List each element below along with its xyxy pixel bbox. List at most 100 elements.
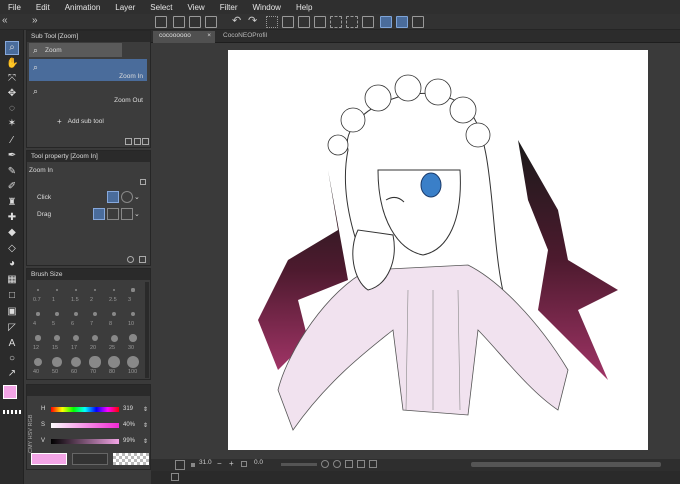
brush-size-cell[interactable]: 2.5 [105,282,123,305]
balloon-tool-icon[interactable]: ○ [6,353,18,365]
click-zoom-out-option[interactable] [121,191,133,203]
select-all-icon[interactable] [330,16,342,28]
fit-icon[interactable] [241,461,247,467]
brush-size-cell[interactable]: 15 [48,330,66,353]
click-zoom-in-option[interactable] [107,191,119,203]
pencil-tool-icon[interactable]: ✎ [6,166,18,178]
gradient-tool-icon[interactable]: ▦ [6,274,18,286]
blend-tool-icon[interactable]: ◇ [6,243,18,255]
brush-size-cell[interactable]: 3 [124,282,142,305]
collapse-right-icon[interactable]: » [32,16,44,28]
move-tool-icon[interactable]: ✥ [6,88,18,100]
menu-layer[interactable]: Layer [115,3,135,12]
flip-horizontal-icon[interactable] [357,460,365,468]
snap-grid-icon[interactable] [412,16,424,28]
brush-size-cell[interactable]: 25 [105,330,123,353]
brush-size-cell[interactable]: 4 [29,306,47,329]
brush-size-cell[interactable]: 80 [105,354,123,377]
tab-coconeoprofil[interactable]: CocoNEOProfil [217,31,273,43]
value-stepper-icon[interactable]: ⇕ [143,438,148,445]
hue-slider[interactable] [51,407,119,412]
brush-size-cell[interactable]: 6 [67,306,85,329]
brush-size-cell[interactable]: 0.7 [29,282,47,305]
zoom-plus-icon[interactable]: + [229,459,234,468]
app-icon[interactable] [155,16,167,28]
brush-size-cell[interactable]: 1 [48,282,66,305]
airbrush-tool-icon[interactable]: ♜ [6,197,18,209]
new-file-icon[interactable] [173,16,185,28]
ruler-tool-icon[interactable]: ◸ [6,322,18,334]
transparent-color-swatch[interactable] [3,410,21,414]
open-file-icon[interactable] [189,16,201,28]
brush-size-cell[interactable]: 10 [124,306,142,329]
reset-rotate-icon[interactable] [345,460,353,468]
snap-ruler-icon[interactable] [380,16,392,28]
tab-cocoooooo[interactable]: cocoooooo × [153,31,215,43]
main-color-chip[interactable] [31,453,67,465]
figure-tool-icon[interactable]: □ [6,290,18,302]
transform-icon[interactable] [314,16,326,28]
copy-subtool-icon[interactable] [125,138,132,145]
undo-icon[interactable]: ↶ [232,16,244,28]
hue-stepper-icon[interactable]: ⇕ [143,406,148,413]
brush-size-cell[interactable]: 8 [105,306,123,329]
chevron-down-icon[interactable]: ⌄ [134,193,140,201]
pen-icon[interactable] [18,16,24,28]
menu-filter[interactable]: Filter [220,3,238,12]
add-subtool-button[interactable]: + Add sub tool [57,117,104,126]
brush-size-cell[interactable]: 2 [86,282,104,305]
flip-vertical-icon[interactable] [369,460,377,468]
canvas-paper[interactable] [228,50,648,450]
menu-help[interactable]: Help [296,3,312,12]
brush-size-cell[interactable]: 100 [124,354,142,377]
angle-value[interactable]: 0.0 [254,459,263,466]
brush-size-cell[interactable]: 50 [48,354,66,377]
delete-subtool-icon[interactable] [142,138,149,145]
duplicate-subtool-icon[interactable] [134,138,141,145]
fill-tool-icon[interactable]: ◕ [6,258,18,270]
brush-size-cell[interactable]: 20 [86,330,104,353]
saturation-value[interactable]: 40% [123,422,135,428]
fill-icon[interactable] [298,16,310,28]
brush-size-cell[interactable]: 30 [124,330,142,353]
spinner-icon[interactable] [266,16,278,28]
zoom-minus-icon[interactable]: − [217,459,222,468]
brush-size-scrollbar[interactable] [145,282,149,378]
save-icon[interactable] [205,16,217,28]
saturation-stepper-icon[interactable]: ⇕ [143,422,148,429]
zoom-slider-handle[interactable] [191,463,195,467]
menu-select[interactable]: Select [150,3,172,12]
eyedropper-icon[interactable]: ⁄ [6,135,18,147]
brush-size-cell[interactable]: 70 [86,354,104,377]
deselect-icon[interactable] [346,16,358,28]
brush-size-cell[interactable]: 40 [29,354,47,377]
eraser-tool-icon[interactable]: ◆ [6,227,18,239]
zoom-tool-icon[interactable]: ⌕ [5,41,19,55]
chevron-down-icon[interactable]: ⌄ [134,210,140,218]
subtool-group-tab[interactable]: ⌕ Zoom [29,43,122,57]
invert-selection-icon[interactable] [362,16,374,28]
subtool-item-zoom-out[interactable]: ⌕ Zoom Out [29,83,147,105]
horizontal-scrollbar[interactable] [471,462,661,467]
rotate-slider[interactable] [281,463,317,466]
brush-size-cell[interactable]: 12 [29,330,47,353]
rotate-right-icon[interactable] [333,460,341,468]
menu-view[interactable]: View [188,3,205,12]
value-slider[interactable] [51,439,119,444]
brush-size-cell[interactable]: 5 [48,306,66,329]
magic-wand-icon[interactable]: ✶ [6,118,18,130]
menu-window[interactable]: Window [253,3,281,12]
zoom-value[interactable]: 31.0 [199,459,212,466]
sub-color-chip[interactable] [72,453,108,465]
clear-icon[interactable] [282,16,294,28]
menu-animation[interactable]: Animation [65,3,101,12]
correct-line-tool-icon[interactable]: ↗ [6,368,18,380]
lasso-tool-icon[interactable]: ◌ [6,103,18,115]
subtool-item-zoom-in[interactable]: ⌕ Zoom In [29,59,147,81]
drag-zoom-option[interactable] [93,208,105,220]
saturation-slider[interactable] [51,423,119,428]
brush-size-cell[interactable]: 7 [86,306,104,329]
redo-icon[interactable]: ↷ [248,16,260,28]
close-icon[interactable]: × [207,32,211,39]
brush-size-cell[interactable]: 17 [67,330,85,353]
